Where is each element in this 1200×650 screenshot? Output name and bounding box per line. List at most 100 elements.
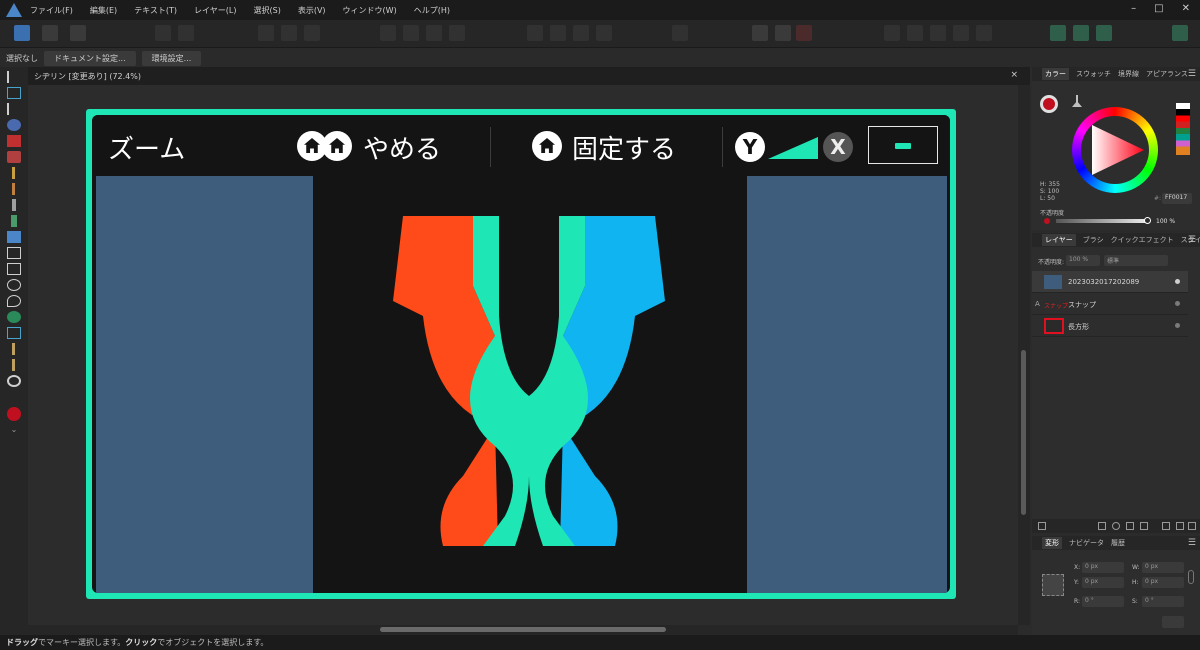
swatch-strip[interactable] xyxy=(1176,103,1190,155)
text-tool-icon[interactable] xyxy=(7,327,21,339)
tab-appearance[interactable]: アピアランス xyxy=(1146,69,1188,79)
arrange-front-icon[interactable] xyxy=(426,25,442,41)
maximize-button[interactable]: □ xyxy=(1154,3,1163,14)
mask-icon[interactable] xyxy=(1098,522,1106,530)
close-document-icon[interactable]: × xyxy=(1010,70,1018,80)
rotation-input[interactable]: 0 ° xyxy=(1082,596,1124,607)
share-icon[interactable] xyxy=(1073,25,1089,41)
x-input[interactable]: 0 px xyxy=(1082,562,1124,573)
document-settings-button[interactable]: ドキュメント設定... xyxy=(44,50,136,66)
w-input[interactable]: 0 px xyxy=(1142,562,1184,573)
delete-layer-icon[interactable] xyxy=(1188,522,1196,530)
rectangle-tool-icon[interactable] xyxy=(7,263,21,275)
tab-swatches[interactable]: スウォッチ xyxy=(1076,69,1111,79)
menu-window[interactable]: ウィンドウ(W) xyxy=(343,5,397,16)
panel-menu-icon[interactable]: ☰ xyxy=(1188,69,1196,79)
menu-file[interactable]: ファイル(F) xyxy=(30,5,73,16)
vector-crop-tool-icon[interactable] xyxy=(12,359,15,371)
tab-history[interactable]: 履歴 xyxy=(1111,538,1125,548)
transform-options-button[interactable] xyxy=(1162,616,1184,628)
boolean-divide-icon[interactable] xyxy=(976,25,992,41)
layer-opacity-field[interactable]: 100 % xyxy=(1066,255,1100,266)
tab-stroke[interactable]: 境界線 xyxy=(1118,69,1139,79)
menu-view[interactable]: 表示(V) xyxy=(298,5,326,16)
menu-select[interactable]: 選択(S) xyxy=(254,5,281,16)
layer-options-icon[interactable] xyxy=(1038,522,1046,530)
crop-tool-icon[interactable] xyxy=(7,247,21,259)
layer-visibility-toggle[interactable] xyxy=(1175,301,1180,306)
layer-visibility-toggle[interactable] xyxy=(1175,279,1180,284)
document-tab[interactable]: シヂリン [変更あり] (72.4%) × xyxy=(28,67,1030,85)
pen-tool-icon[interactable] xyxy=(7,151,21,163)
hex-input[interactable]: FF0017 xyxy=(1162,193,1192,204)
node-tool-icon[interactable] xyxy=(7,103,21,115)
eyedropper-tool-icon[interactable] xyxy=(12,343,15,355)
vertical-scroll-thumb[interactable] xyxy=(1021,350,1026,515)
fill-color-swatch[interactable] xyxy=(1040,95,1058,113)
settings-icon[interactable] xyxy=(155,25,171,41)
close-window-button[interactable]: ✕ xyxy=(1182,3,1190,14)
place-image-tool-icon[interactable] xyxy=(7,231,21,243)
fill-tool-icon[interactable] xyxy=(11,215,17,227)
blend-mode-select[interactable]: 標準 xyxy=(1104,255,1168,266)
add-layer-icon[interactable] xyxy=(1162,522,1170,530)
align-right-icon[interactable] xyxy=(304,25,320,41)
layer-visibility-toggle[interactable] xyxy=(1175,323,1180,328)
user-account-icon[interactable] xyxy=(1172,25,1188,41)
boolean-intersect-icon[interactable] xyxy=(930,25,946,41)
transparency-tool-icon[interactable] xyxy=(7,311,21,323)
tab-quick-effects[interactable]: クイックエフェクト xyxy=(1111,235,1174,245)
menu-edit[interactable]: 編集(E) xyxy=(90,5,117,16)
horizontal-scrollbar[interactable] xyxy=(28,625,1018,635)
duplicate-layer-icon[interactable] xyxy=(1176,522,1184,530)
color-wheel[interactable] xyxy=(1072,107,1158,193)
gear-icon[interactable] xyxy=(178,25,194,41)
tab-navigator[interactable]: ナビゲータ xyxy=(1069,538,1104,548)
artboard-tool-icon[interactable] xyxy=(7,87,21,99)
environment-settings-button[interactable]: 環境設定... xyxy=(141,50,202,66)
transform-menu-icon[interactable]: ☰ xyxy=(1188,538,1196,548)
tab-transform[interactable]: 変形 xyxy=(1042,537,1062,549)
brush-tool-icon[interactable] xyxy=(12,183,15,195)
horizontal-scroll-thumb[interactable] xyxy=(380,627,666,632)
flip-horizontal-icon[interactable] xyxy=(527,25,543,41)
eyedropper-icon[interactable] xyxy=(1072,95,1082,107)
h-input[interactable]: 0 px xyxy=(1142,577,1184,588)
point-transform-tool-icon[interactable] xyxy=(7,119,21,131)
boolean-add-icon[interactable] xyxy=(884,25,900,41)
align-center-icon[interactable] xyxy=(281,25,297,41)
layer-row-shape[interactable]: 長方形 xyxy=(1032,315,1188,337)
arrange-back-icon[interactable] xyxy=(403,25,419,41)
tab-color[interactable]: カラー xyxy=(1042,68,1069,80)
artboard-artwork[interactable]: ズーム やめる 固定する Y X xyxy=(86,109,956,599)
zoom-tool-icon[interactable] xyxy=(7,375,21,387)
arrange-top-icon[interactable] xyxy=(449,25,465,41)
snap-grid-icon[interactable] xyxy=(752,25,768,41)
opacity-slider[interactable] xyxy=(1056,219,1148,223)
tab-brushes[interactable]: ブラシ xyxy=(1083,235,1104,245)
color-picker-icon[interactable] xyxy=(7,407,21,421)
designer-persona-button[interactable] xyxy=(14,25,30,41)
minimize-button[interactable]: – xyxy=(1131,3,1136,14)
shape-tool-icon[interactable] xyxy=(7,295,21,307)
layer-row-text[interactable]: A スナップ スナップ xyxy=(1032,293,1188,315)
arrange-icon[interactable] xyxy=(380,25,396,41)
menu-layer[interactable]: レイヤー(L) xyxy=(194,5,236,16)
chevron-down-icon[interactable]: ⌄ xyxy=(7,425,21,437)
vertical-scrollbar[interactable] xyxy=(1018,85,1030,625)
studio-icon[interactable] xyxy=(1096,25,1112,41)
adjustment-icon[interactable] xyxy=(1112,522,1120,530)
corner-tool-icon[interactable] xyxy=(7,135,21,147)
anchor-point-selector[interactable] xyxy=(1042,574,1064,596)
menu-help[interactable]: ヘルプ(H) xyxy=(414,5,450,16)
snap-options-icon[interactable] xyxy=(775,25,791,41)
boolean-subtract-icon[interactable] xyxy=(907,25,923,41)
export-persona-button[interactable] xyxy=(70,25,86,41)
menu-text[interactable]: テキスト(T) xyxy=(134,5,177,16)
text-align-icon[interactable] xyxy=(672,25,688,41)
fx-icon[interactable] xyxy=(1126,522,1134,530)
link-aspect-icon[interactable] xyxy=(1188,570,1194,584)
rotate-right-icon[interactable] xyxy=(596,25,612,41)
layer-row-image[interactable]: 20230320172020​89 xyxy=(1032,271,1188,293)
flip-vertical-icon[interactable] xyxy=(550,25,566,41)
